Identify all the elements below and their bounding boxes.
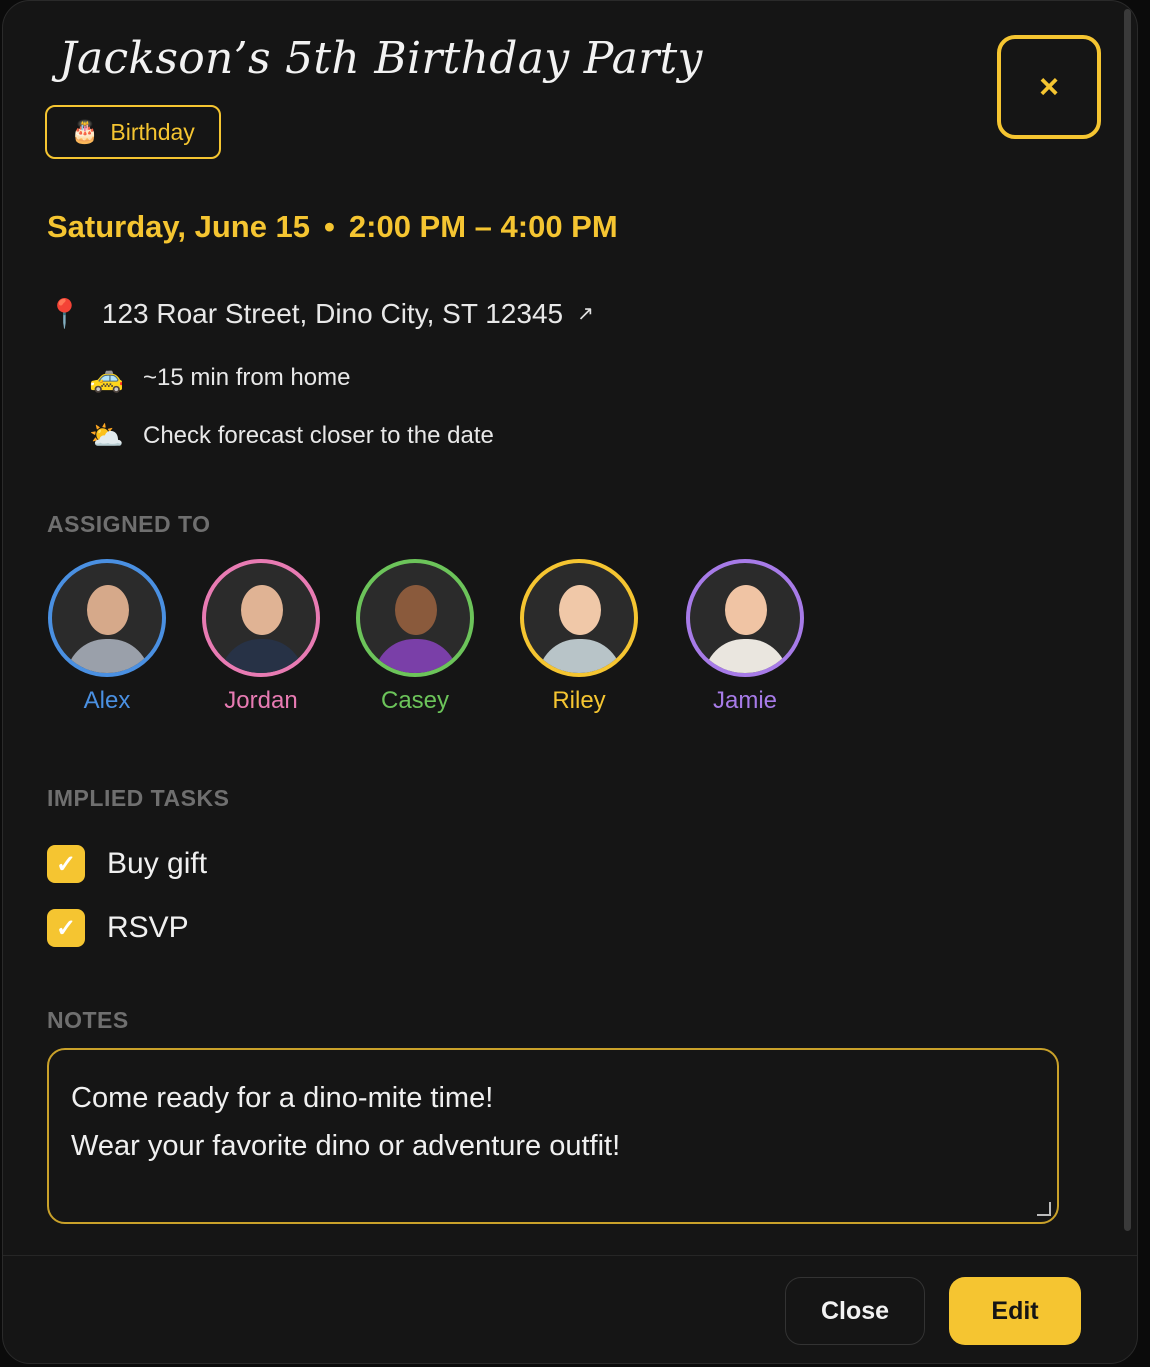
avatar-body [220, 639, 304, 673]
assignee-name: Riley [552, 687, 606, 714]
event-datetime: Saturday, June 15 • 2:00 PM – 4:00 PM [47, 209, 618, 245]
assignee-casey[interactable]: Casey [335, 559, 495, 715]
notes-line: Come ready for a dino-mite time! [71, 1082, 494, 1114]
task-label: RSVP [107, 911, 189, 944]
assignee-riley[interactable]: Riley [499, 559, 659, 715]
avatar-body [374, 639, 458, 673]
checkbox-checked[interactable]: ✓ [47, 845, 85, 883]
event-detail-modal: Jackson’s 5th Birthday Party × 🎂 Birthda… [2, 0, 1138, 1364]
close-icon: × [1039, 67, 1059, 106]
address-link[interactable]: 📍 123 Roar Street, Dino City, ST 12345 ↗ [47, 297, 594, 330]
assignee-name: Jordan [224, 687, 298, 714]
avatar [48, 559, 166, 677]
notes-line: Wear your favorite dino or adventure out… [71, 1130, 621, 1162]
close-icon-button[interactable]: × [997, 35, 1101, 139]
assignee-name: Jamie [712, 687, 778, 714]
address-text: 123 Roar Street, Dino City, ST 12345 [101, 297, 564, 329]
resize-handle-icon[interactable] [1037, 1202, 1051, 1216]
assignee-jamie[interactable]: Jamie [665, 559, 825, 715]
avatar-body [538, 639, 622, 673]
assignee-name: Casey [380, 687, 450, 714]
event-date: Saturday, June 15 [47, 209, 311, 244]
notes-section-label: NOTES [47, 1007, 129, 1033]
category-badge: 🎂 Birthday [45, 105, 221, 159]
task-rsvp[interactable]: ✓ RSVP [47, 909, 189, 947]
footer-divider [3, 1255, 1137, 1256]
avatar [202, 559, 320, 677]
scrollbar[interactable] [1124, 9, 1131, 1231]
assignee-jordan[interactable]: Jordan [181, 559, 341, 715]
edit-button[interactable]: Edit [949, 1277, 1081, 1345]
checkbox-checked[interactable]: ✓ [47, 909, 85, 947]
cake-icon: 🎂 [71, 119, 99, 144]
avatar-head [725, 585, 767, 635]
drive-time-text: ~15 min from home [143, 363, 351, 391]
category-label: Birthday [110, 118, 195, 145]
assigned-section-label: ASSIGNED TO [47, 511, 211, 537]
avatar [520, 559, 638, 677]
avatar-head [241, 585, 283, 635]
close-button[interactable]: Close [785, 1277, 925, 1345]
event-title: Jackson’s 5th Birthday Party [59, 33, 703, 84]
notes-textarea[interactable]: Come ready for a dino-mite time! Wear yo… [47, 1048, 1059, 1224]
event-time: 2:00 PM – 4:00 PM [348, 209, 618, 244]
external-link-icon: ↗ [577, 303, 594, 325]
weather-cloud-sun-icon: ⛅ [89, 420, 124, 451]
weather-text: Check forecast closer to the date [143, 421, 494, 449]
avatar-body [66, 639, 150, 673]
avatar-body [704, 639, 788, 673]
assignee-name: Alex [83, 687, 131, 714]
task-buy-gift[interactable]: ✓ Buy gift [47, 845, 207, 883]
weather-info: ⛅ Check forecast closer to the date [89, 419, 494, 452]
avatar [356, 559, 474, 677]
tasks-section-label: IMPLIED TASKS [47, 785, 230, 811]
drive-time: 🚕 ~15 min from home [89, 361, 350, 394]
car-icon: 🚕 [89, 362, 124, 393]
avatar-head [559, 585, 601, 635]
avatar-head [87, 585, 129, 635]
avatar-head [395, 585, 437, 635]
task-label: Buy gift [107, 847, 208, 880]
assignee-alex[interactable]: Alex [27, 559, 187, 715]
avatar [686, 559, 804, 677]
map-pin-icon: 📍 [47, 298, 82, 329]
separator: • [324, 209, 335, 244]
